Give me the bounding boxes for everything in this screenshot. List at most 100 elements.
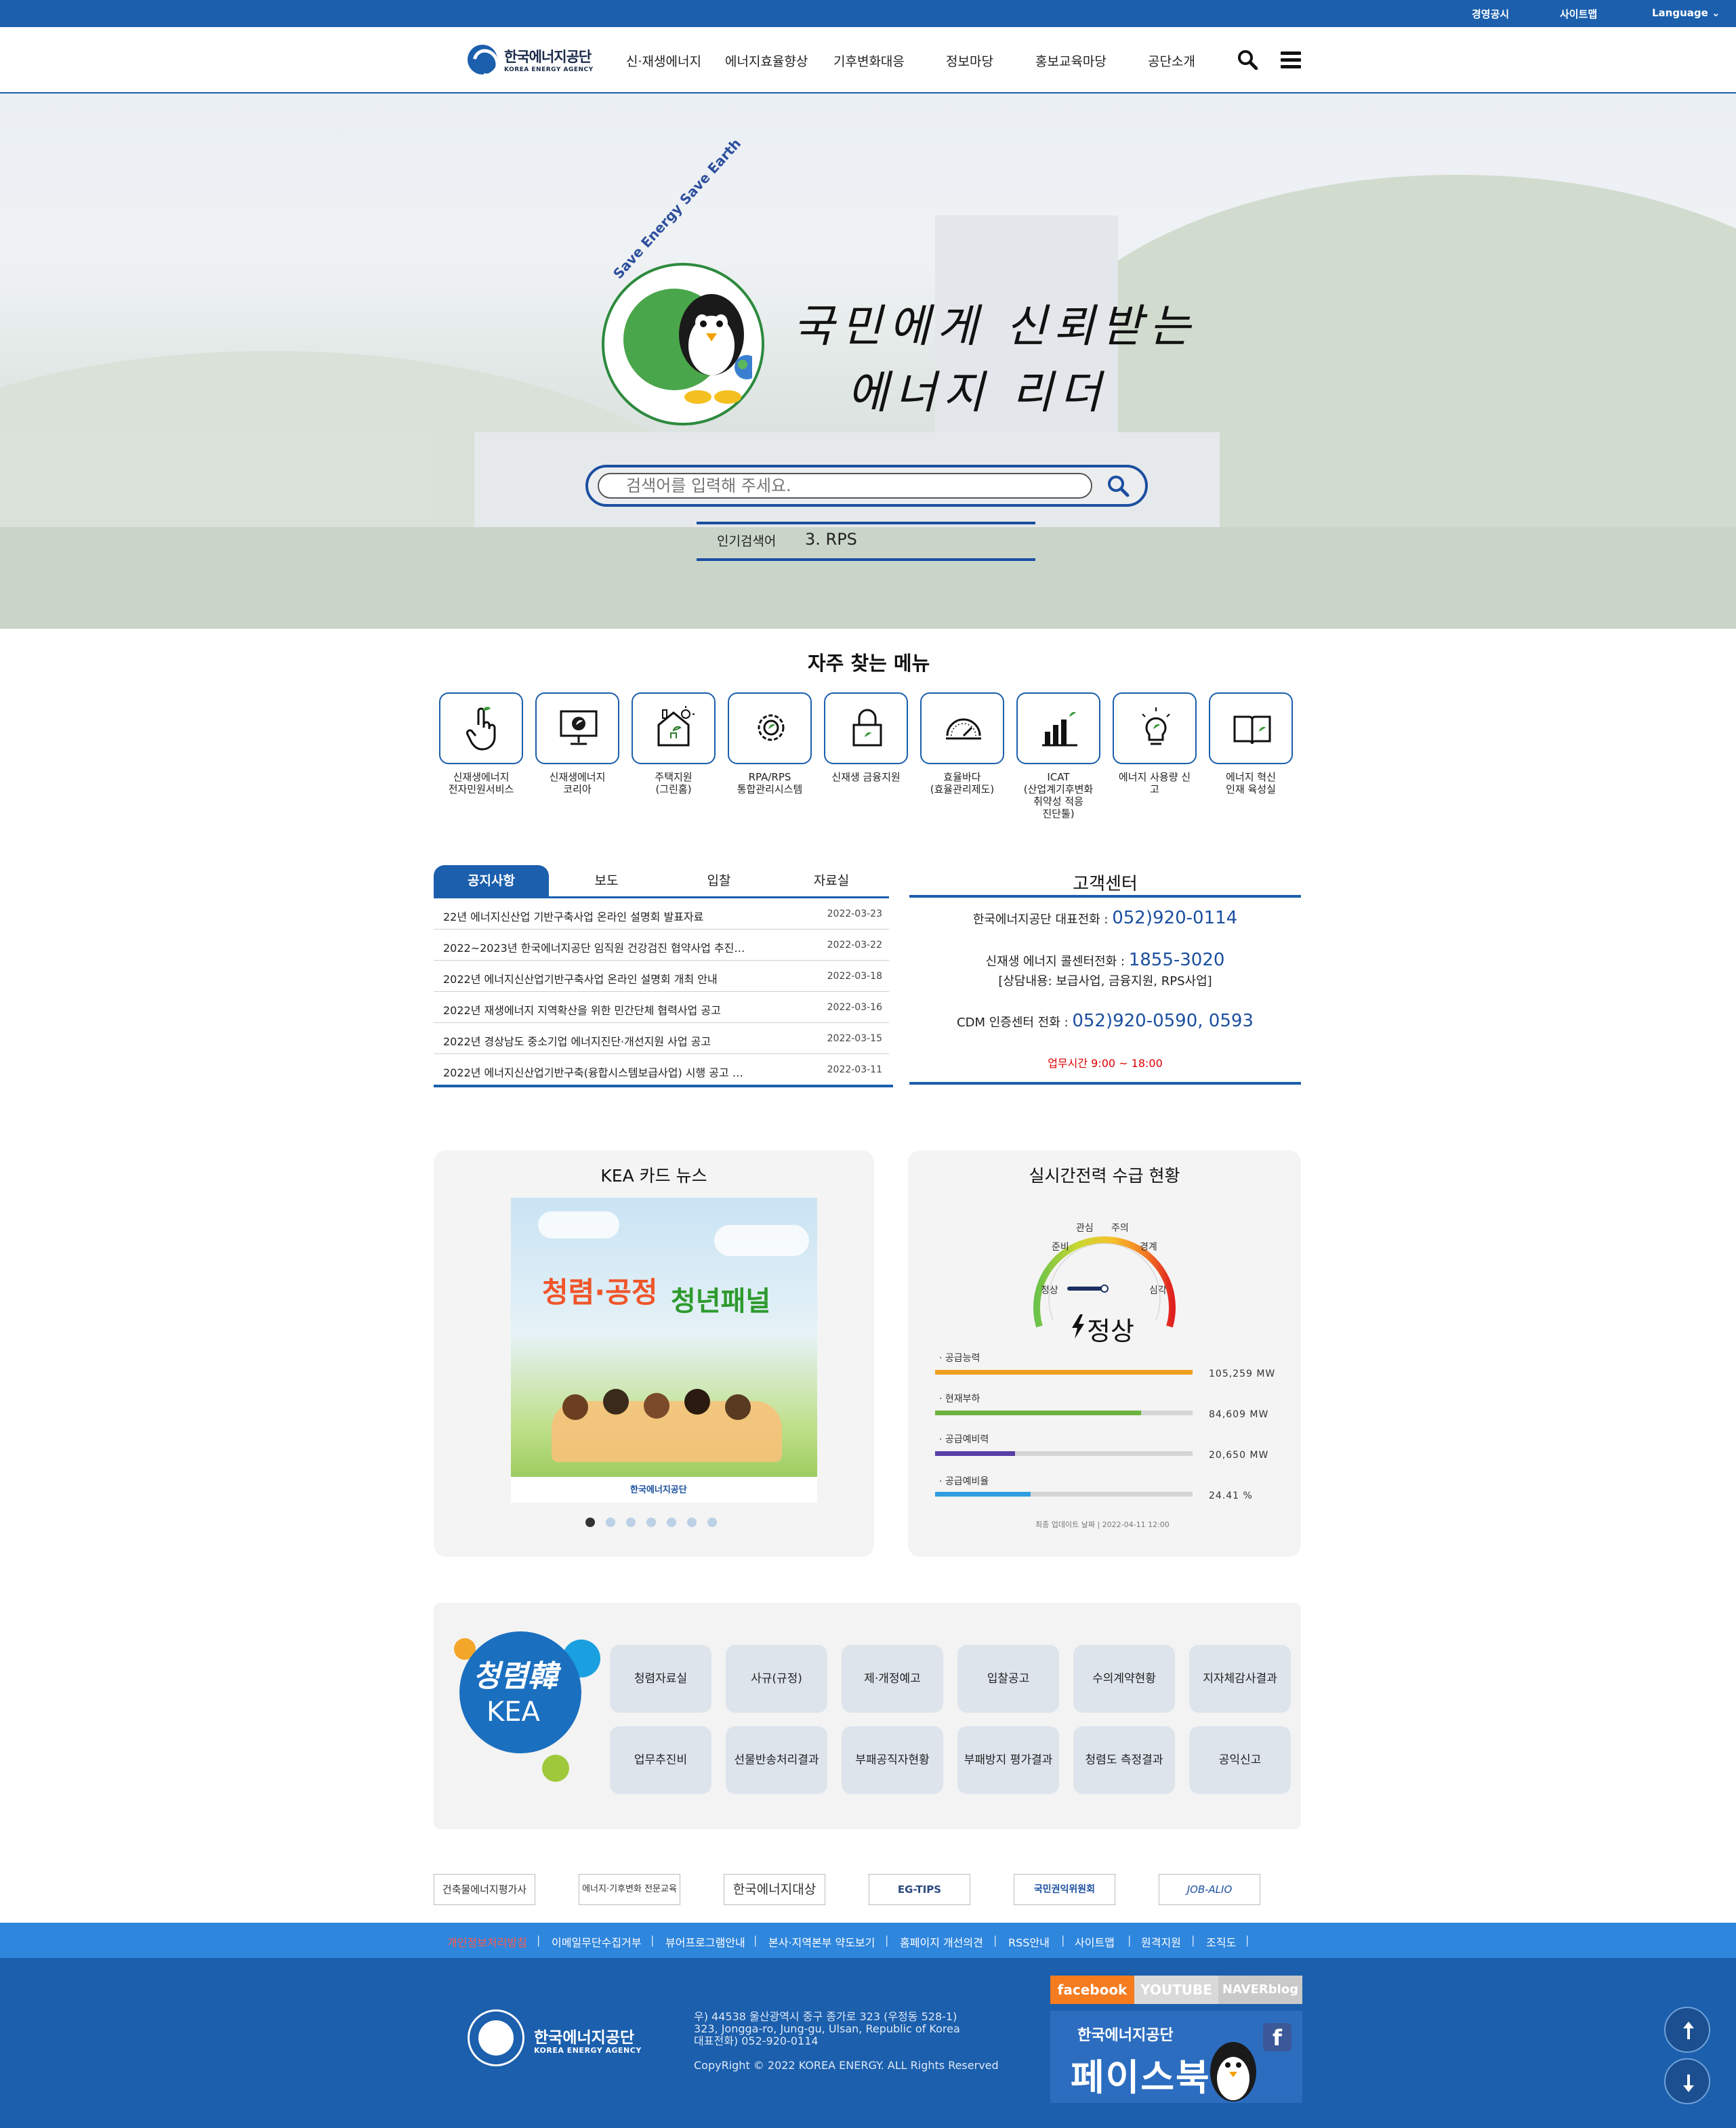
nav-information[interactable]: 정보마당 — [946, 51, 993, 70]
banner-eg-tips[interactable]: EG-TIPS — [869, 1874, 970, 1905]
notice-title: 2022년 경상남도 중소기업 에너지진단·개선지원 사업 공고 — [443, 1035, 711, 1048]
business-hours: 업무시간 9:00 ~ 18:00 — [1048, 1057, 1163, 1070]
carousel-dot[interactable] — [687, 1518, 697, 1527]
banner-job-alio[interactable]: JOB-ALIO — [1159, 1874, 1260, 1905]
hero-search-input[interactable] — [598, 473, 1092, 499]
quick-menu-green-home[interactable] — [632, 692, 716, 764]
notice-row[interactable]: 22년 에너지신산업 기반구축사업 온라인 설명회 발표자료 2022-03-2… — [434, 898, 889, 930]
sns-tab-naver-blog[interactable]: NAVERblog — [1218, 1976, 1302, 2004]
footer-logo-ko: 한국에너지공단 — [534, 2029, 635, 2047]
call-center-topics: [상담내용: 보급사업, 금융지원, RPS사업] — [998, 974, 1212, 988]
cdm-phone-label: CDM 인증센터 전화 : — [957, 1016, 1069, 1030]
banner-climate-education[interactable]: 에너지·기후변화 전문교육 — [579, 1874, 680, 1905]
nav-climate-change[interactable]: 기후변화대응 — [833, 51, 905, 70]
nav-pr-education[interactable]: 홍보교육마당 — [1035, 51, 1107, 70]
quick-menu-label: RPA/RPS 통합관리시스템 — [737, 771, 803, 795]
notice-date: 2022-03-11 — [827, 1064, 882, 1075]
banner-energy-award[interactable]: 한국에너지대상 — [724, 1874, 825, 1905]
sns-tab-facebook[interactable]: facebook — [1050, 1976, 1134, 2004]
quick-menu-rpa-rps[interactable] — [728, 692, 812, 764]
footer-link-privacy[interactable]: 개인정보처리방침 — [447, 1934, 527, 1950]
integrity-link[interactable]: 입찰공고 — [957, 1645, 1059, 1713]
integrity-link[interactable]: 청렴자료실 — [610, 1645, 711, 1713]
footer-link-org-chart[interactable]: 조직도 — [1206, 1934, 1236, 1950]
tab-bids[interactable]: 입찰 — [661, 865, 777, 896]
footer-link-rss[interactable]: RSS안내 — [1008, 1934, 1050, 1950]
integrity-link[interactable]: 지자체감사결과 — [1189, 1645, 1291, 1713]
footer-link-sitemap[interactable]: 사이트맵 — [1075, 1934, 1115, 1950]
search-icon[interactable] — [1237, 49, 1258, 70]
notice-row[interactable]: 2022년 에너지신산업기반구축(융합시스템보급사업) 시행 공고 … 2022… — [434, 1054, 889, 1085]
gauge-icon — [946, 718, 981, 740]
card-footer-logo: 한국에너지공단 — [630, 1485, 687, 1495]
logo-name-en: KOREA ENERGY AGENCY — [504, 66, 594, 73]
banner-acrc[interactable]: 국민권익위원회 — [1014, 1874, 1115, 1905]
carousel-dot[interactable] — [585, 1518, 595, 1527]
notice-date: 2022-03-22 — [827, 940, 882, 951]
sns-tab-youtube[interactable]: YOUTUBE — [1134, 1976, 1218, 2004]
footer-phone: 대표전화) 052-920-0114 — [694, 2035, 819, 2047]
notice-row[interactable]: 2022년 재생에너지 지역확산을 위한 민간단체 협력사업 공고 2022-0… — [434, 992, 889, 1023]
site-logo[interactable]: 한국에너지공단 KOREA ENERGY AGENCY — [468, 45, 594, 75]
notice-row[interactable]: 2022~2023년 한국에너지공단 임직원 건강검진 협약사업 추진… 202… — [434, 930, 889, 961]
site-header: 한국에너지공단 KOREA ENERGY AGENCY 신·재생에너지 에너지효… — [0, 27, 1736, 93]
notice-date: 2022-03-23 — [827, 909, 882, 919]
bar-label-reserve-power: · 공급예비력 — [939, 1434, 989, 1445]
integrity-link[interactable]: 청렴도 측정결과 — [1073, 1726, 1175, 1794]
card-news-image[interactable]: 청렴·공정 청년패널 한국에너지공단 — [511, 1198, 817, 1503]
integrity-link[interactable]: 공익신고 — [1189, 1726, 1291, 1794]
quick-menu-energy-usage-report[interactable] — [1113, 692, 1197, 764]
footer-link-directions[interactable]: 본사·지역본부 약도보기 — [768, 1934, 875, 1950]
integrity-link[interactable]: 부패방지 평가결과 — [957, 1726, 1059, 1794]
carousel-dot[interactable] — [707, 1518, 717, 1527]
bar-chart-leaf-icon — [1042, 711, 1077, 747]
quick-menu-renewable-korea[interactable] — [535, 692, 619, 764]
tab-notices[interactable]: 공지사항 — [434, 865, 549, 896]
card-headline-b: 청년패널 — [671, 1286, 771, 1317]
carousel-dot[interactable] — [646, 1518, 656, 1527]
logo-mark-icon — [468, 45, 497, 75]
quick-menu-renewable-eservice[interactable] — [439, 692, 523, 764]
popular-search-label: 인기검색어 — [717, 534, 777, 549]
integrity-link[interactable]: 업무추진비 — [610, 1726, 711, 1794]
tab-archive[interactable]: 자료실 — [774, 865, 889, 896]
hero-slogan-line2: 에너지 리더 — [847, 367, 1108, 419]
quick-menu-renewable-finance[interactable] — [824, 692, 908, 764]
quick-menu-label: 에너지 혁신 인재 육성실 — [1226, 771, 1276, 795]
integrity-link[interactable]: 제·개정예고 — [842, 1645, 943, 1713]
facebook-banner[interactable]: 한국에너지공단 페이스북 f — [1050, 2011, 1302, 2103]
carousel-dot[interactable] — [606, 1518, 615, 1527]
logo-name-ko: 한국에너지공단 — [504, 49, 592, 65]
quick-menu-efficiency-sea[interactable] — [920, 692, 1004, 764]
quick-menu-talent-development[interactable] — [1209, 692, 1293, 764]
footer-link-email-refusal[interactable]: 이메일무단수집거부 — [552, 1934, 641, 1950]
hero-search-button-icon[interactable] — [1104, 473, 1132, 499]
scroll-top-button[interactable] — [1664, 2007, 1710, 2053]
bar-value-supply-capacity: 105,259 MW — [1209, 1369, 1276, 1379]
integrity-logo-line2: KEA — [487, 1696, 540, 1728]
notice-row[interactable]: 2022년 경상남도 중소기업 에너지진단·개선지원 사업 공고 2022-03… — [434, 1023, 889, 1054]
integrity-link[interactable]: 부패공직자현황 — [842, 1726, 943, 1794]
popular-search-keyword[interactable]: 3. RPS — [805, 530, 857, 549]
nav-about[interactable]: 공단소개 — [1148, 51, 1195, 70]
hamburger-menu-icon[interactable] — [1281, 51, 1301, 69]
nav-energy-efficiency[interactable]: 에너지효율향상 — [725, 51, 808, 70]
banner-building-energy-assessor[interactable]: 건축물에너지평가사 — [434, 1874, 535, 1905]
carousel-dot[interactable] — [667, 1518, 676, 1527]
top-link-management-disclosure[interactable]: 경영공시 — [1472, 7, 1509, 21]
footer-link-remote-support[interactable]: 원격지원 — [1141, 1934, 1181, 1950]
integrity-link[interactable]: 선물반송처리결과 — [726, 1726, 827, 1794]
tab-press[interactable]: 보도 — [549, 865, 664, 896]
language-selector[interactable]: Language ⌄ — [1652, 7, 1720, 19]
notice-row[interactable]: 2022년 에너지신산업기반구축사업 온라인 설명회 개최 안내 2022-03… — [434, 961, 889, 992]
footer-link-viewer[interactable]: 뷰어프로그램안내 — [665, 1934, 745, 1950]
integrity-link[interactable]: 사규(규정) — [726, 1645, 827, 1713]
quick-menu-icat[interactable] — [1016, 692, 1100, 764]
footer-link-feedback[interactable]: 홈페이지 개선의견 — [900, 1934, 983, 1950]
top-link-sitemap[interactable]: 사이트맵 — [1560, 7, 1597, 21]
carousel-dot[interactable] — [626, 1518, 636, 1527]
integrity-link[interactable]: 수의계약현황 — [1073, 1645, 1175, 1713]
card-news-panel: KEA 카드 뉴스 청렴·공정 청년패널 한국에너지공단 — [434, 1150, 874, 1557]
scroll-bottom-button[interactable] — [1664, 2058, 1710, 2104]
nav-renewable-energy[interactable]: 신·재생에너지 — [626, 51, 701, 70]
